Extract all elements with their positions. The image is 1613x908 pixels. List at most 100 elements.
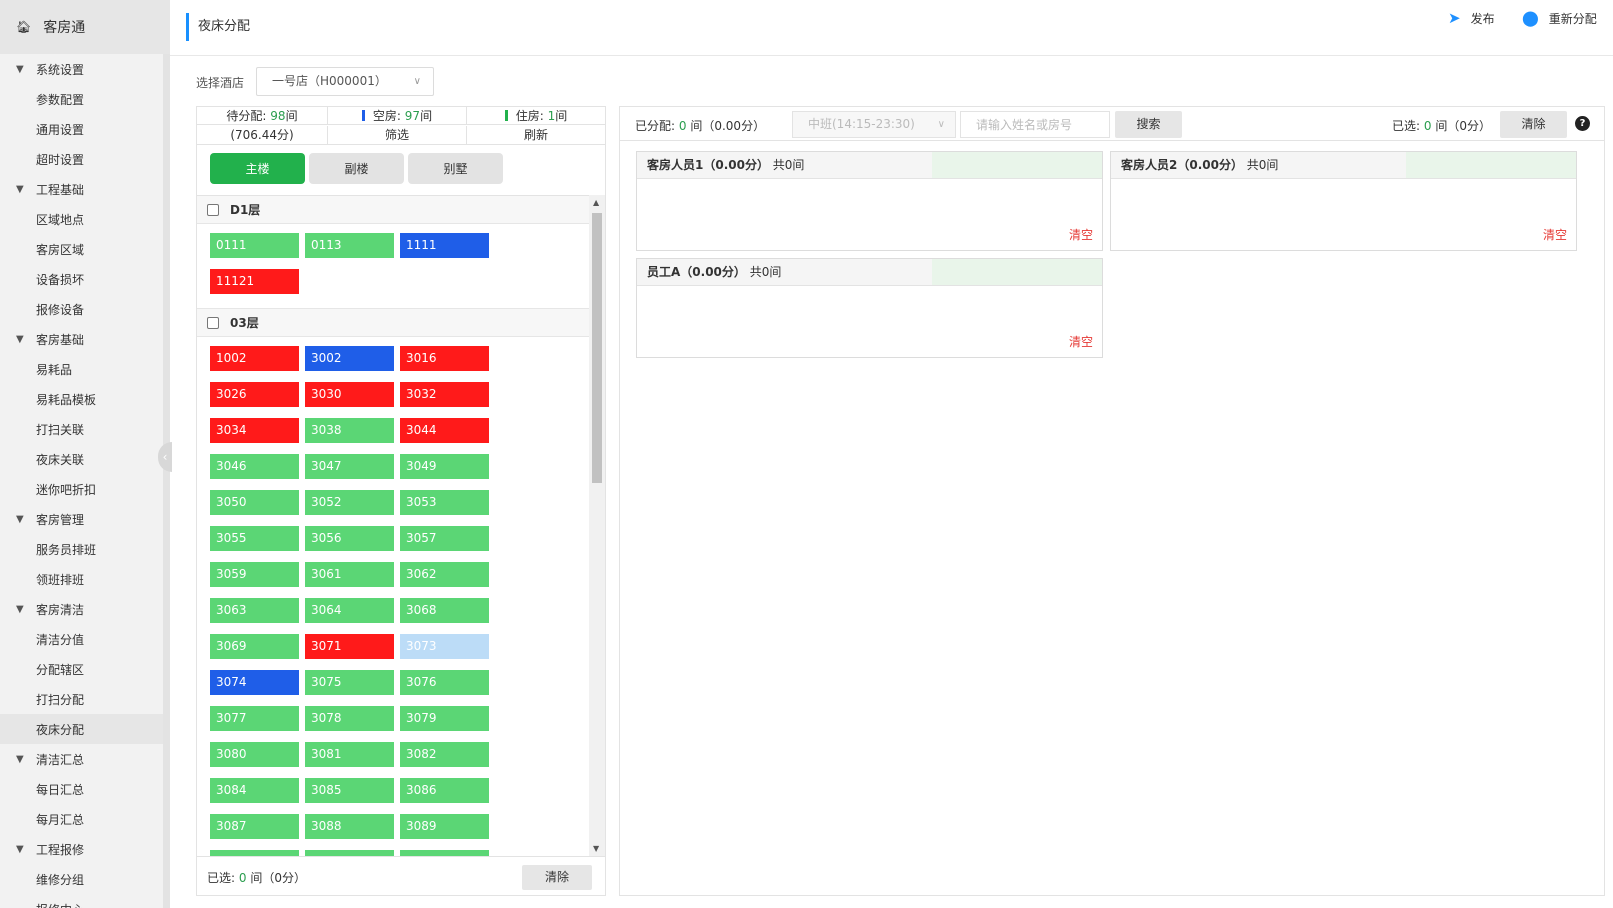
room-tile[interactable]: 3078	[305, 706, 394, 731]
room-tile[interactable]: 3050	[210, 490, 299, 515]
room-tile[interactable]: 3079	[400, 706, 489, 731]
room-tile[interactable]: 3062	[400, 562, 489, 587]
scroll-down-icon[interactable]: ▼	[593, 844, 599, 853]
help-icon[interactable]: ?	[1575, 116, 1590, 131]
room-tile[interactable]: 3082	[400, 742, 489, 767]
staff-clear-button[interactable]: 清空	[1543, 226, 1567, 243]
room-tile[interactable]: 3026	[210, 382, 299, 407]
room-tile[interactable]: 3068	[400, 598, 489, 623]
sidebar-item[interactable]: 区域地点	[0, 204, 170, 234]
sidebar-item[interactable]: 打扫关联	[0, 414, 170, 444]
room-tile[interactable]: 1111	[400, 233, 489, 258]
room-tile[interactable]: 3069	[210, 634, 299, 659]
room-tile[interactable]: 3032	[400, 382, 489, 407]
staff-clear-button[interactable]: 清空	[1069, 333, 1093, 350]
room-tile[interactable]: 3034	[210, 418, 299, 443]
room-tile[interactable]: 0113	[305, 233, 394, 258]
sidebar-group[interactable]: ▼ 工程报修	[0, 834, 170, 864]
publish-button[interactable]: ➤ 发布	[1448, 9, 1495, 27]
sidebar-group[interactable]: ▼ 系统设置	[0, 54, 170, 84]
room-tile[interactable]: 3085	[305, 778, 394, 803]
room-tile[interactable]: 3053	[400, 490, 489, 515]
room-tile[interactable]: 3055	[210, 526, 299, 551]
room-tile[interactable]: 0111	[210, 233, 299, 258]
room-tile[interactable]: 3016	[400, 346, 489, 371]
room-tile[interactable]: 3077	[210, 706, 299, 731]
sidebar-item[interactable]: 报修设备	[0, 294, 170, 324]
room-tile[interactable]: 3044	[400, 418, 489, 443]
filter-button[interactable]: 筛选	[328, 126, 467, 144]
room-tile[interactable]: 3084	[210, 778, 299, 803]
building-tab[interactable]: 主楼	[210, 153, 305, 184]
sidebar-item[interactable]: 参数配置	[0, 84, 170, 114]
room-tile[interactable]: 3047	[305, 454, 394, 479]
hotel-select[interactable]: 一号店（H000001） ∨	[256, 67, 434, 96]
room-tile[interactable]: 3052	[305, 490, 394, 515]
sidebar-scrollbar[interactable]	[163, 54, 170, 908]
room-tile[interactable]: 11121	[210, 269, 299, 294]
left-clear-button[interactable]: 清除	[522, 865, 592, 890]
room-tile[interactable]: 3061	[305, 562, 394, 587]
room-tile[interactable]: 3073	[400, 634, 489, 659]
sidebar-item[interactable]: 易耗品	[0, 354, 170, 384]
sidebar-item[interactable]: 迷你吧折扣	[0, 474, 170, 504]
room-tile[interactable]: 1002	[210, 346, 299, 371]
sidebar-item[interactable]: 服务员排班	[0, 534, 170, 564]
sidebar-item[interactable]: 易耗品模板	[0, 384, 170, 414]
room-list-scrollbar[interactable]: ▲ ▼	[589, 195, 605, 856]
room-tile[interactable]: 3002	[305, 346, 394, 371]
room-tile[interactable]: 3074	[210, 670, 299, 695]
sidebar-item[interactable]: 打扫分配	[0, 684, 170, 714]
sidebar-item[interactable]: 客房区域	[0, 234, 170, 264]
room-tile[interactable]: 3049	[400, 454, 489, 479]
search-button[interactable]: 搜索	[1115, 111, 1182, 138]
floor-checkbox[interactable]	[207, 203, 219, 216]
building-tab[interactable]: 别墅	[408, 153, 503, 184]
room-tile[interactable]: 3030	[305, 382, 394, 407]
room-tile[interactable]: 3046	[210, 454, 299, 479]
room-tile[interactable]: 3076	[400, 670, 489, 695]
room-tile[interactable]: 3056	[305, 526, 394, 551]
refresh-button[interactable]: 刷新	[467, 126, 605, 144]
sidebar-item[interactable]: 清洁分值	[0, 624, 170, 654]
room-tile[interactable]: 3038	[305, 418, 394, 443]
staff-card[interactable]: 客房人员2（0.00分） 共0间 清空	[1110, 151, 1577, 251]
room-tile[interactable]: 3087	[210, 814, 299, 839]
reassign-button[interactable]: ⬤ 重新分配	[1522, 9, 1597, 27]
sidebar-item[interactable]: 报修中心	[0, 894, 170, 908]
sidebar-group[interactable]: ▼ 客房清洁	[0, 594, 170, 624]
room-tile[interactable]: 3064	[305, 598, 394, 623]
sidebar-group[interactable]: ▼ 客房管理	[0, 504, 170, 534]
search-input[interactable]	[960, 111, 1110, 138]
room-tile[interactable]: 3057	[400, 526, 489, 551]
sidebar-item[interactable]: 每月汇总	[0, 804, 170, 834]
room-tile[interactable]: 3081	[305, 742, 394, 767]
floor-checkbox[interactable]	[207, 316, 219, 329]
room-tile[interactable]: 3080	[210, 742, 299, 767]
sidebar-item[interactable]: 设备损坏	[0, 264, 170, 294]
scrollbar-thumb[interactable]	[592, 213, 602, 483]
scroll-up-icon[interactable]: ▲	[593, 198, 599, 207]
sidebar-item[interactable]: 分配辖区	[0, 654, 170, 684]
sidebar-group[interactable]: ▼ 工程基础	[0, 174, 170, 204]
app-header[interactable]: 🏠︎ 客房通	[0, 0, 170, 54]
room-tile[interactable]: 3059	[210, 562, 299, 587]
sidebar-item[interactable]: 通用设置	[0, 114, 170, 144]
sidebar-item[interactable]: 超时设置	[0, 144, 170, 174]
building-tab[interactable]: 副楼	[309, 153, 404, 184]
staff-card[interactable]: 客房人员1（0.00分） 共0间 清空	[636, 151, 1103, 251]
room-tile[interactable]: 3086	[400, 778, 489, 803]
room-tile[interactable]: 3089	[400, 814, 489, 839]
shift-select[interactable]: 中班(14:15-23:30) ∨	[792, 111, 956, 138]
room-tile[interactable]: 3071	[305, 634, 394, 659]
staff-clear-button[interactable]: 清空	[1069, 226, 1093, 243]
staff-card[interactable]: 员工A（0.00分） 共0间 清空	[636, 258, 1103, 358]
sidebar-item[interactable]: 夜床分配	[0, 714, 170, 744]
sidebar-item[interactable]: 每日汇总	[0, 774, 170, 804]
room-tile[interactable]: 3063	[210, 598, 299, 623]
sidebar-item[interactable]: 维修分组	[0, 864, 170, 894]
sidebar-item[interactable]: 夜床关联	[0, 444, 170, 474]
sidebar-group[interactable]: ▼ 清洁汇总	[0, 744, 170, 774]
sidebar-group[interactable]: ▼ 客房基础	[0, 324, 170, 354]
room-tile[interactable]: 3088	[305, 814, 394, 839]
